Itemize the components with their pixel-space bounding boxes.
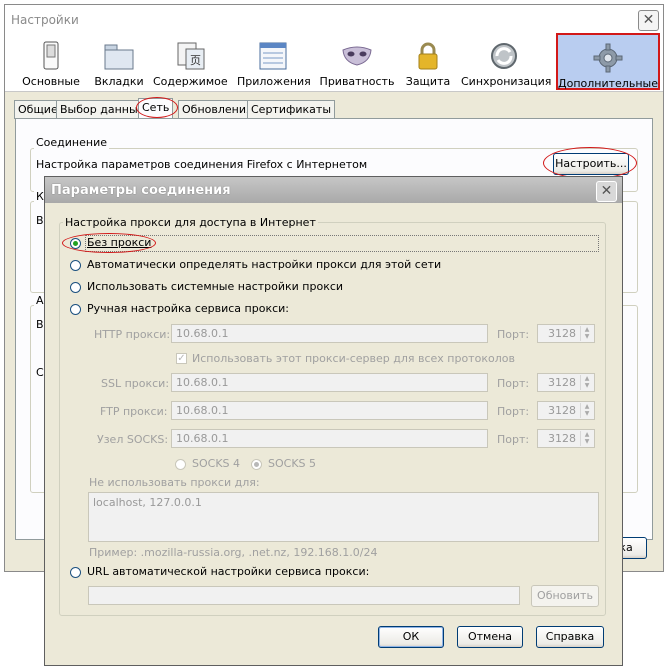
dialog-title-bar: Параметры соединения ✕ xyxy=(45,177,622,203)
no-proxy-example: Пример: .mozilla-russia.org, .net.nz, 19… xyxy=(89,546,378,559)
pane-general[interactable]: Основные xyxy=(21,33,81,90)
connection-description: Настройка параметров соединения Firefox … xyxy=(36,158,368,171)
pane-label: Содержимое xyxy=(153,75,228,88)
window-title: Настройки xyxy=(11,13,79,27)
pane-label: Дополнительные xyxy=(558,77,658,90)
proxy-group-title: Настройка прокси для доступа в Интернет xyxy=(63,216,318,229)
tab-general[interactable]: Общие xyxy=(14,100,62,119)
auto-config-url-input[interactable] xyxy=(88,586,520,605)
same-proxy-label: Использовать этот прокси-сервер для всех… xyxy=(192,352,515,365)
radio-auto-detect[interactable] xyxy=(70,260,81,271)
same-proxy-checkbox[interactable]: ✓ xyxy=(176,353,187,364)
socks-port-label: Порт: xyxy=(497,433,530,446)
socks-host-label: Узел SOCKS: xyxy=(97,433,169,446)
socks5-label: SOCKS 5 xyxy=(268,457,317,470)
socks4-label: SOCKS 4 xyxy=(192,457,241,470)
pane-advanced[interactable]: Дополнительные xyxy=(556,33,660,90)
ssl-port-label: Порт: xyxy=(497,377,530,390)
ssl-port-input[interactable]: 3128 ▲ ▼ xyxy=(537,373,595,392)
mask-icon xyxy=(342,46,372,66)
pane-applications[interactable]: Приложения xyxy=(237,33,311,90)
http-proxy-label: HTTP прокси: xyxy=(94,328,171,341)
highlight-ellipse xyxy=(62,233,156,253)
sync-icon xyxy=(491,43,517,69)
ssl-proxy-label: SSL прокси: xyxy=(101,377,170,390)
spin-arrows-icon[interactable]: ▲ ▼ xyxy=(580,431,593,446)
no-proxy-textarea[interactable]: localhost, 127.0.0.1 xyxy=(88,492,599,542)
option-auto-config-url-label[interactable]: URL автоматической настройки сервиса про… xyxy=(87,565,369,578)
close-icon[interactable]: ✕ xyxy=(596,181,617,202)
highlight-ellipse xyxy=(543,147,637,179)
applications-icon xyxy=(259,42,287,70)
folder-tabs-icon xyxy=(104,44,134,70)
http-port-label: Порт: xyxy=(497,328,530,341)
ssl-proxy-input[interactable]: 10.68.0.1 xyxy=(171,373,488,392)
tab-updates[interactable]: Обновления xyxy=(178,100,257,119)
ok-button[interactable]: ОК xyxy=(378,626,444,648)
highlight-ellipse xyxy=(136,97,178,118)
svg-text:页: 页 xyxy=(190,54,201,67)
spin-arrows-icon[interactable]: ▲ ▼ xyxy=(580,403,593,418)
http-proxy-input[interactable]: 10.68.0.1 xyxy=(171,324,488,343)
tab-certificates[interactable]: Сертификаты xyxy=(247,100,336,119)
radio-socks5[interactable] xyxy=(251,459,262,470)
close-icon[interactable]: ✕ xyxy=(638,10,659,31)
pane-content[interactable]: 页 Содержимое xyxy=(153,33,228,90)
pane-security[interactable]: Защита xyxy=(403,33,453,90)
pane-label: Приватность xyxy=(319,75,395,88)
switch-icon xyxy=(43,41,59,70)
ftp-port-value: 3128 xyxy=(548,404,576,417)
pane-tabs[interactable]: Вкладки xyxy=(89,33,149,90)
socks-port-value: 3128 xyxy=(548,432,576,445)
radio-manual-proxy[interactable] xyxy=(70,304,81,315)
pane-toolbar: Основные Вкладки 页 Содержимое Приложения… xyxy=(5,33,663,92)
lock-icon xyxy=(418,42,438,70)
help-button[interactable]: Справка xyxy=(536,626,604,648)
ssl-port-value: 3128 xyxy=(548,376,576,389)
socks-host-input[interactable]: 10.68.0.1 xyxy=(171,429,488,448)
pane-label: Вкладки xyxy=(94,75,144,88)
radio-auto-config-url[interactable] xyxy=(70,567,81,578)
no-proxy-label: Не использовать прокси для: xyxy=(89,476,260,489)
spin-arrows-icon[interactable]: ▲ ▼ xyxy=(580,375,593,390)
ftp-port-label: Порт: xyxy=(497,405,530,418)
pane-label: Приложения xyxy=(237,75,311,88)
pane-label: Синхронизация xyxy=(461,75,552,88)
radio-socks4[interactable] xyxy=(175,459,186,470)
option-manual-proxy-label[interactable]: Ручная настройка сервиса прокси: xyxy=(87,302,289,315)
gear-icon xyxy=(593,43,623,73)
title-bar: Настройки ✕ xyxy=(5,5,663,33)
connection-group-title: Соединение xyxy=(34,136,110,149)
pane-sync[interactable]: Синхронизация xyxy=(461,33,552,90)
ftp-proxy-label: FTP прокси: xyxy=(100,405,168,418)
socks-port-input[interactable]: 3128 ▲ ▼ xyxy=(537,429,595,448)
pane-privacy[interactable]: Приватность xyxy=(319,33,395,90)
focus-rect xyxy=(85,235,599,252)
dialog-title: Параметры соединения xyxy=(51,183,231,198)
reload-button[interactable]: Обновить xyxy=(531,585,599,607)
cancel-button[interactable]: Отмена xyxy=(457,626,523,648)
http-port-value: 3128 xyxy=(548,327,576,340)
ftp-proxy-input[interactable]: 10.68.0.1 xyxy=(171,401,488,420)
content-icon: 页 xyxy=(177,42,205,70)
radio-system-proxy[interactable] xyxy=(70,282,81,293)
pane-label: Защита xyxy=(405,75,451,88)
option-system-proxy-label[interactable]: Использовать системные настройки прокси xyxy=(87,280,343,293)
spin-arrows-icon[interactable]: ▲ ▼ xyxy=(580,326,593,341)
option-auto-detect-label[interactable]: Автоматически определять настройки прокс… xyxy=(87,258,441,271)
http-port-input[interactable]: 3128 ▲ ▼ xyxy=(537,324,595,343)
pane-label: Основные xyxy=(22,75,80,88)
ftp-port-input[interactable]: 3128 ▲ ▼ xyxy=(537,401,595,420)
connection-dialog: Параметры соединения ✕ Настройка прокси … xyxy=(44,176,623,666)
tab-data-choices[interactable]: Выбор данных xyxy=(56,100,149,119)
